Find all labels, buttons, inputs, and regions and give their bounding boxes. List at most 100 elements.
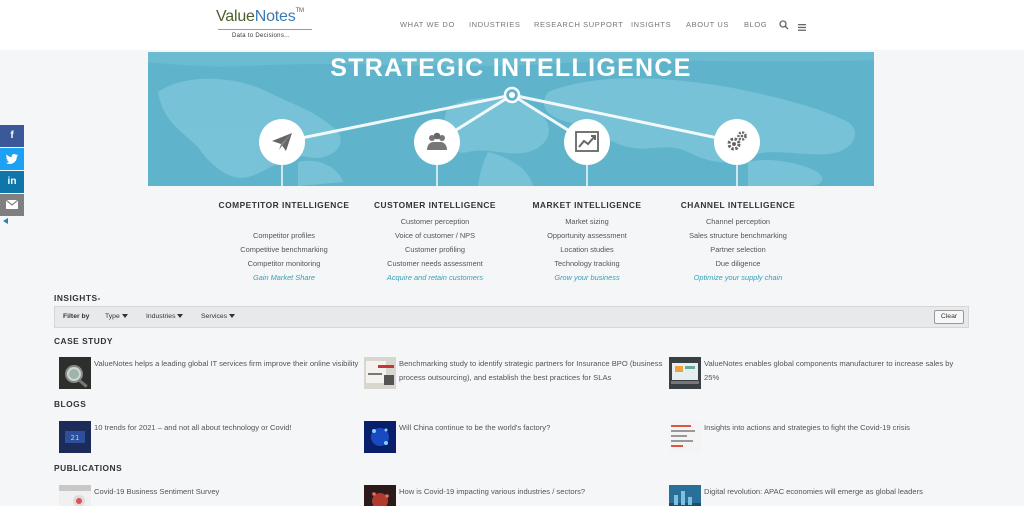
twitter-icon <box>0 148 24 170</box>
publication-item[interactable]: Covid-19 Business Sentiment Survey <box>59 485 359 506</box>
column-item: Voice of customer / NPS <box>394 231 476 240</box>
column-item: Technology tracking <box>554 259 620 268</box>
blog-item[interactable]: 21 10 trends for 2021 – and not all abou… <box>59 421 359 453</box>
blogs-title: BLOGS <box>54 399 87 409</box>
blog-item[interactable]: Insights into actions and strategies to … <box>669 421 969 453</box>
publication-item[interactable]: Digital revolution: APAC economies will … <box>669 485 969 506</box>
column-item: Due diligence <box>715 259 761 268</box>
chevron-down-icon <box>229 314 236 319</box>
column-title: MARKET INTELLIGENCE <box>532 200 642 210</box>
case-study-item[interactable]: ValueNotes enables global components man… <box>669 357 969 389</box>
column-title: CUSTOMER INTELLIGENCE <box>373 200 497 210</box>
nav-industries[interactable]: INDUSTRIES <box>469 20 520 29</box>
chevron-down-icon <box>177 314 184 319</box>
nav-insights[interactable]: INSIGHTS <box>631 20 671 29</box>
hamburger-menu-icon[interactable] <box>798 19 810 33</box>
market-intelligence-column: MARKET INTELLIGENCE Market sizing Opport… <box>502 200 672 285</box>
services-dropdown[interactable]: Services <box>201 313 236 320</box>
case-study-title: CASE STUDY <box>54 336 113 346</box>
type-dropdown-label: Type <box>105 313 120 320</box>
case-study-link[interactable]: Benchmarking study to identify strategic… <box>399 357 664 385</box>
column-item: Partner selection <box>710 245 766 254</box>
page: ValueNotesTM Data to Decisions... WHAT W… <box>0 0 1024 506</box>
case-study-item[interactable]: Benchmarking study to identify strategic… <box>364 357 664 389</box>
column-item: Channel perception <box>705 217 771 226</box>
column-tagline: Grow your business <box>554 273 620 282</box>
publication-item[interactable]: How is Covid-19 impacting various indust… <box>364 485 664 506</box>
column-item: Market sizing <box>565 217 609 226</box>
logo-wordmark: ValueNotesTM <box>216 8 314 26</box>
case-study-thumbnail <box>364 357 396 389</box>
chevron-down-icon <box>121 314 128 319</box>
column-item: Customer needs assessment <box>387 259 483 268</box>
industries-dropdown-label: Industries <box>146 313 176 320</box>
column-item: Customer profiling <box>405 245 465 254</box>
type-dropdown[interactable]: Type <box>105 313 128 320</box>
services-dropdown-label: Services <box>201 313 228 320</box>
logo-notes: Notes <box>254 8 296 25</box>
column-item: Customer perception <box>400 217 470 226</box>
case-study-item[interactable]: ValueNotes helps a leading global IT ser… <box>59 357 359 389</box>
blog-link[interactable]: 10 trends for 2021 – and not all about t… <box>94 421 359 435</box>
publication-thumbnail <box>669 485 701 506</box>
publications-title: PUBLICATIONS <box>54 463 123 473</box>
column-item: Competitor profiles <box>252 231 316 240</box>
strategic-intelligence-banner: STRATEGIC INTELLIGENCE <box>148 52 874 186</box>
email-icon <box>0 194 24 216</box>
column-item: Opportunity assessment <box>547 231 627 240</box>
valuenotes-logo[interactable]: ValueNotesTM Data to Decisions... <box>216 8 314 42</box>
logo-tm: TM <box>295 8 304 14</box>
industries-dropdown[interactable]: Industries <box>146 313 184 320</box>
nav-blog[interactable]: BLOG <box>744 20 767 29</box>
site-header: ValueNotesTM Data to Decisions... WHAT W… <box>0 0 1024 50</box>
case-study-link[interactable]: ValueNotes enables global components man… <box>704 357 969 385</box>
publication-thumbnail <box>364 485 396 506</box>
clear-filter-button[interactable]: Clear <box>934 310 964 324</box>
competitor-intelligence-column: COMPETITOR INTELLIGENCE Competitor profi… <box>199 200 369 285</box>
blog-link[interactable]: Will China continue to be the world's fa… <box>399 421 664 435</box>
people-group-icon <box>414 119 460 165</box>
customer-intelligence-column: CUSTOMER INTELLIGENCE Customer perceptio… <box>350 200 520 285</box>
linkedin-icon: in <box>7 176 17 187</box>
case-study-thumbnail <box>669 357 701 389</box>
publication-thumbnail <box>59 485 91 506</box>
blog-link[interactable]: Insights into actions and strategies to … <box>704 421 969 435</box>
collapse-share-bar-icon[interactable] <box>3 218 8 224</box>
twitter-share-button[interactable] <box>0 148 24 170</box>
facebook-icon: f <box>10 130 14 141</box>
nav-about-us[interactable]: ABOUT US <box>686 20 729 29</box>
insights-title: INSIGHTS- <box>54 293 101 303</box>
search-icon[interactable] <box>779 17 791 31</box>
nav-what-we-do[interactable]: WHAT WE DO <box>400 20 455 29</box>
trend-chart-icon <box>564 119 610 165</box>
publication-link[interactable]: Covid-19 Business Sentiment Survey <box>94 485 359 499</box>
blog-thumbnail: 21 <box>59 421 91 453</box>
email-share-button[interactable] <box>0 194 24 216</box>
blog-thumbnail <box>669 421 701 453</box>
paper-plane-icon <box>259 119 305 165</box>
column-tagline: Gain Market Share <box>252 273 316 282</box>
case-study-link[interactable]: ValueNotes helps a leading global IT ser… <box>94 357 359 371</box>
blog-item[interactable]: Will China continue to be the world's fa… <box>364 421 664 453</box>
gears-icon <box>714 119 760 165</box>
facebook-share-button[interactable]: f <box>0 125 24 147</box>
publication-link[interactable]: Digital revolution: APAC economies will … <box>704 485 969 499</box>
column-tagline: Optimize your supply chain <box>693 273 783 282</box>
filter-bar: Filter by Type Industries Services Clear <box>54 306 969 328</box>
case-study-thumbnail <box>59 357 91 389</box>
column-tagline: Acquire and retain customers <box>386 273 484 282</box>
column-item: Location studies <box>560 245 614 254</box>
channel-intelligence-column: CHANNEL INTELLIGENCE Channel perception … <box>653 200 823 285</box>
publication-link[interactable]: How is Covid-19 impacting various indust… <box>399 485 664 499</box>
column-title: CHANNEL INTELLIGENCE <box>680 200 796 210</box>
nav-research-support[interactable]: RESEARCH SUPPORT <box>534 20 623 29</box>
column-title: COMPETITOR INTELLIGENCE <box>218 200 350 210</box>
filter-label: Filter by <box>63 313 90 320</box>
svg-text:21: 21 <box>71 434 80 442</box>
column-item: Sales structure benchmarking <box>689 231 787 240</box>
blog-thumbnail <box>364 421 396 453</box>
column-item: Competitor monitoring <box>247 259 321 268</box>
logo-value: Value <box>216 8 255 25</box>
column-item: Competitive benchmarking <box>240 245 328 254</box>
linkedin-share-button[interactable]: in <box>0 171 24 193</box>
